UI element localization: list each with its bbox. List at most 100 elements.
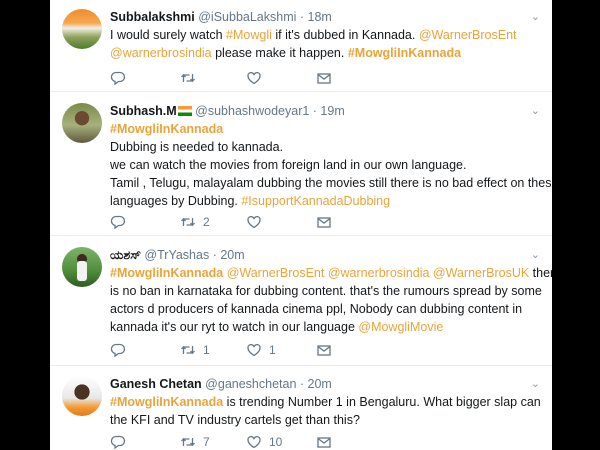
text-run: languages by Dubbing. [110, 194, 242, 208]
timestamp[interactable]: · 18m [300, 10, 332, 24]
dm-button[interactable] [316, 214, 332, 230]
display-name[interactable]: Ganesh Chetan [110, 377, 202, 391]
dm-button[interactable] [316, 434, 332, 450]
tweet-text-line: I would surely watch #Mowgli if it's dub… [110, 26, 540, 44]
avatar[interactable] [62, 103, 102, 143]
hashtag-link[interactable]: #IsupportKannadaDubbing [241, 194, 390, 208]
tweet-text-line: languages by Dubbing. #IsupportKannadaDu… [110, 192, 540, 210]
tweet-text: #MowgliInKannada Dubbing is needed to kan… [110, 120, 552, 210]
hashtag-link[interactable]: #Mowgli [226, 28, 272, 42]
chevron-down-icon[interactable]: ⌄ [531, 377, 540, 390]
tweet-text: #MowgliInKannada @WarnerBrosEnt @warnerb… [110, 264, 552, 336]
retweet-icon [181, 345, 195, 355]
tweet-text-line: we can watch the movies from foreign lan… [110, 156, 540, 174]
reply-button[interactable] [110, 434, 133, 450]
reply-button[interactable] [110, 214, 133, 230]
hashtag-link[interactable]: #MowgliInKannada [110, 395, 223, 409]
tweet-header: Ganesh Chetan @ganeshchetan · 20m [110, 377, 332, 391]
retweet-button[interactable]: 1 [180, 342, 210, 358]
tweet-header: Subbalakshmi @iSubbaLakshmi · 18m [110, 10, 332, 24]
text-run: Tamil , Telugu, malayalam dubbing the mo… [110, 176, 552, 190]
tweet-text-line: #MowgliInKannada @WarnerBrosEnt @warnerb… [110, 264, 552, 282]
text-run: is trending Number 1 in Bengaluru. What … [223, 395, 541, 409]
display-name[interactable]: Subhash.M [110, 104, 177, 118]
reply-icon [110, 435, 126, 450]
tweet-text-line: Tamil , Telugu, malayalam dubbing the mo… [110, 174, 552, 192]
like-button[interactable] [246, 70, 269, 86]
tweet-feed: Subbalakshmi @iSubbaLakshmi · 18m ⌄ I wo… [50, 0, 552, 450]
text-run: there [532, 266, 552, 280]
retweet-icon [181, 217, 195, 227]
mention-link[interactable]: @warnerbrosindia [110, 46, 212, 60]
india-flag-icon [177, 106, 192, 116]
tweet-text-line: #MowgliInKannada [110, 120, 540, 138]
envelope-icon [317, 437, 331, 448]
tweet-header: Subhash.M @subhashwodeyar1 · 19m [110, 104, 345, 118]
handle[interactable]: @TrYashas [144, 248, 209, 262]
heart-icon [247, 71, 261, 85]
text-run: Dubbing is needed to kannada. [110, 140, 284, 154]
text-run: we can watch the movies from foreign lan… [110, 158, 467, 172]
tweet-text: #MowgliInKannada is trending Number 1 in… [110, 393, 541, 429]
heart-icon [247, 215, 261, 229]
avatar[interactable] [62, 247, 102, 287]
chevron-down-icon[interactable]: ⌄ [531, 104, 540, 117]
retweet-button[interactable]: 7 [180, 434, 210, 450]
text-run: is no ban in karnataka for dubbing conte… [110, 284, 542, 298]
handle[interactable]: @ganeshchetan [205, 377, 296, 391]
hashtag-link[interactable]: #MowgliInKannada [348, 46, 461, 60]
dm-button[interactable] [316, 342, 332, 358]
envelope-icon [317, 73, 331, 84]
hashtag-link[interactable]: #MowgliInKannada [110, 266, 223, 280]
tweet-text-line: #MowgliInKannada is trending Number 1 in… [110, 393, 541, 411]
timestamp[interactable]: · 20m [300, 377, 332, 391]
envelope-icon [317, 217, 331, 228]
like-button[interactable] [246, 214, 269, 230]
dm-button[interactable] [316, 70, 332, 86]
handle[interactable]: @iSubbaLakshmi [198, 10, 296, 24]
text-run: actors d producers of kannada cinema ppl… [110, 302, 523, 316]
tweet-text-line: the KFI and TV industry cartels get than… [110, 411, 540, 429]
reply-icon [110, 71, 126, 86]
chevron-down-icon[interactable]: ⌄ [531, 248, 540, 261]
timestamp[interactable]: · 19m [313, 104, 345, 118]
avatar[interactable] [62, 9, 102, 49]
hashtag-link[interactable]: #MowgliInKannada [110, 122, 223, 136]
text-run: kannada it's our ryt to watch in our lan… [110, 320, 359, 334]
heart-icon [247, 435, 261, 449]
display-name[interactable]: Subbalakshmi [110, 10, 195, 24]
retweet-icon [181, 73, 195, 83]
reply-button[interactable] [110, 342, 133, 358]
display-name[interactable]: ಯಶಸ್ [110, 248, 141, 262]
mention-link[interactable]: @WarnerBrosEnt [419, 28, 517, 42]
chevron-down-icon[interactable]: ⌄ [531, 10, 540, 23]
retweet-button[interactable]: 2 [180, 214, 210, 230]
tweet[interactable]: ಯಶಸ್ @TrYashas · 20m ⌄ #MowgliInKannada … [50, 236, 552, 366]
text-run: the KFI and TV industry cartels get than… [110, 413, 360, 427]
tweet-text-line: Dubbing is needed to kannada. [110, 138, 540, 156]
tweet-text: I would surely watch #Mowgli if it's dub… [110, 26, 540, 62]
tweet[interactable]: Subbalakshmi @iSubbaLakshmi · 18m ⌄ I wo… [50, 0, 552, 92]
text-run: please make it happen. [211, 46, 348, 60]
tweet-header: ಯಶಸ್ @TrYashas · 20m [110, 248, 245, 263]
tweet-text-line: @warnerbrosindia please make it happen. … [110, 44, 540, 62]
tweet-text-line: is no ban in karnataka for dubbing conte… [110, 282, 542, 300]
tweet-text-line: kannada it's our ryt to watch in our lan… [110, 318, 540, 336]
retweet-button[interactable] [180, 70, 203, 86]
like-button[interactable]: 1 [246, 342, 276, 358]
envelope-icon [317, 345, 331, 356]
reply-button[interactable] [110, 70, 133, 86]
like-button[interactable]: 10 [246, 434, 282, 450]
mention-link[interactable]: @MowgliMovie [358, 320, 443, 334]
reply-icon [110, 215, 126, 230]
tweet-text-line: actors d producers of kannada cinema ppl… [110, 300, 540, 318]
tweet[interactable]: Subhash.M @subhashwodeyar1 · 19m ⌄ #Mowg… [50, 92, 552, 236]
avatar[interactable] [62, 376, 102, 416]
text-run: I would surely watch [110, 28, 227, 42]
retweet-icon [181, 437, 195, 447]
reply-icon [110, 343, 126, 358]
tweet[interactable]: Ganesh Chetan @ganeshchetan · 20m ⌄ #Mow… [50, 366, 552, 450]
mention-link[interactable]: @WarnerBrosEnt @warnerbrosindia @WarnerB… [227, 266, 530, 280]
timestamp[interactable]: · 20m [213, 248, 245, 262]
handle[interactable]: @subhashwodeyar1 [195, 104, 309, 118]
